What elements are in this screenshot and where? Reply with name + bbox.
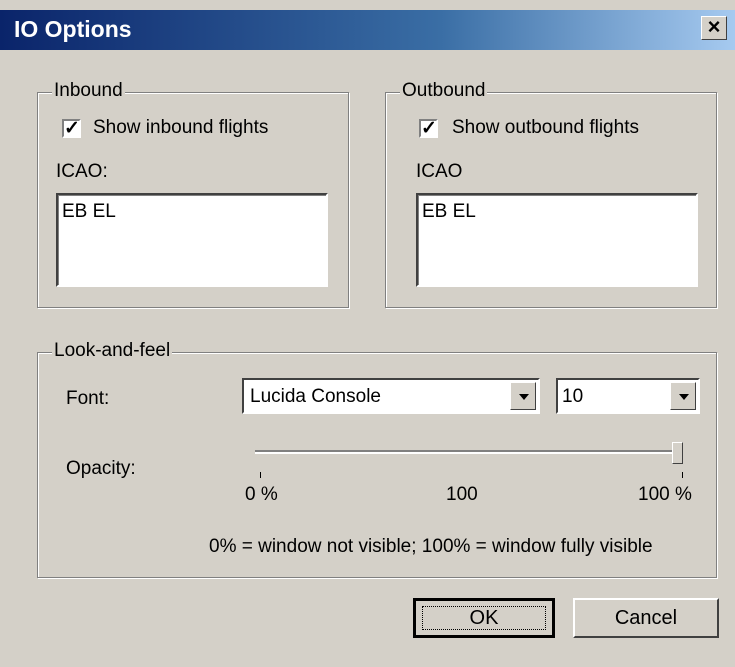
look-and-feel-legend: Look-and-feel [52, 340, 173, 362]
inbound-icao-field[interactable]: EB EL [56, 193, 328, 287]
outbound-icao-label: ICAO [416, 161, 463, 182]
checkmark-icon: ✓ [64, 118, 80, 139]
inbound-group: Inbound ✓ Show inbound flights ICAO: EB … [37, 80, 349, 308]
inbound-icao-label: ICAO: [56, 161, 108, 182]
tick-label-max: 100 % [638, 484, 692, 505]
font-select-value: Lucida Console [250, 386, 381, 407]
slider-tick [260, 472, 261, 478]
show-outbound-checkbox[interactable]: ✓ [419, 118, 438, 139]
chevron-down-icon[interactable] [510, 382, 536, 410]
show-outbound-label[interactable]: Show outbound flights [452, 117, 639, 139]
cancel-button[interactable]: Cancel [573, 598, 719, 638]
inbound-legend: Inbound [52, 80, 125, 102]
opacity-label: Opacity: [66, 458, 136, 479]
show-inbound-label[interactable]: Show inbound flights [93, 117, 268, 139]
checkmark-icon: ✓ [421, 118, 437, 139]
font-label: Font: [66, 388, 110, 409]
opacity-slider-track[interactable] [255, 450, 683, 454]
window-title: IO Options [14, 16, 132, 42]
font-size-select[interactable]: 10 [556, 378, 700, 414]
show-inbound-checkbox[interactable]: ✓ [62, 118, 81, 139]
font-select[interactable]: Lucida Console [242, 378, 540, 414]
title-bar[interactable]: IO Options × [0, 10, 735, 50]
opacity-slider-thumb[interactable] [672, 442, 683, 464]
outbound-legend: Outbound [400, 80, 488, 102]
tick-label-mid: 100 [446, 484, 478, 505]
ok-button-label: OK [469, 606, 499, 629]
cancel-button-label: Cancel [614, 606, 678, 629]
close-button[interactable]: × [701, 16, 727, 40]
opacity-note: 0% = window not visible; 100% = window f… [209, 536, 653, 557]
ok-button[interactable]: OK [413, 598, 555, 638]
tick-label-0: 0 % [245, 484, 278, 505]
io-options-dialog: IO Options × Inbound ✓ Show inbound flig… [0, 0, 735, 667]
close-icon: × [707, 14, 721, 39]
slider-tick [682, 472, 683, 478]
chevron-down-icon[interactable] [670, 382, 696, 410]
font-size-value: 10 [562, 386, 584, 407]
outbound-icao-field[interactable]: EB EL [416, 193, 698, 287]
outbound-group: Outbound ✓ Show outbound flights ICAO EB… [385, 80, 717, 308]
